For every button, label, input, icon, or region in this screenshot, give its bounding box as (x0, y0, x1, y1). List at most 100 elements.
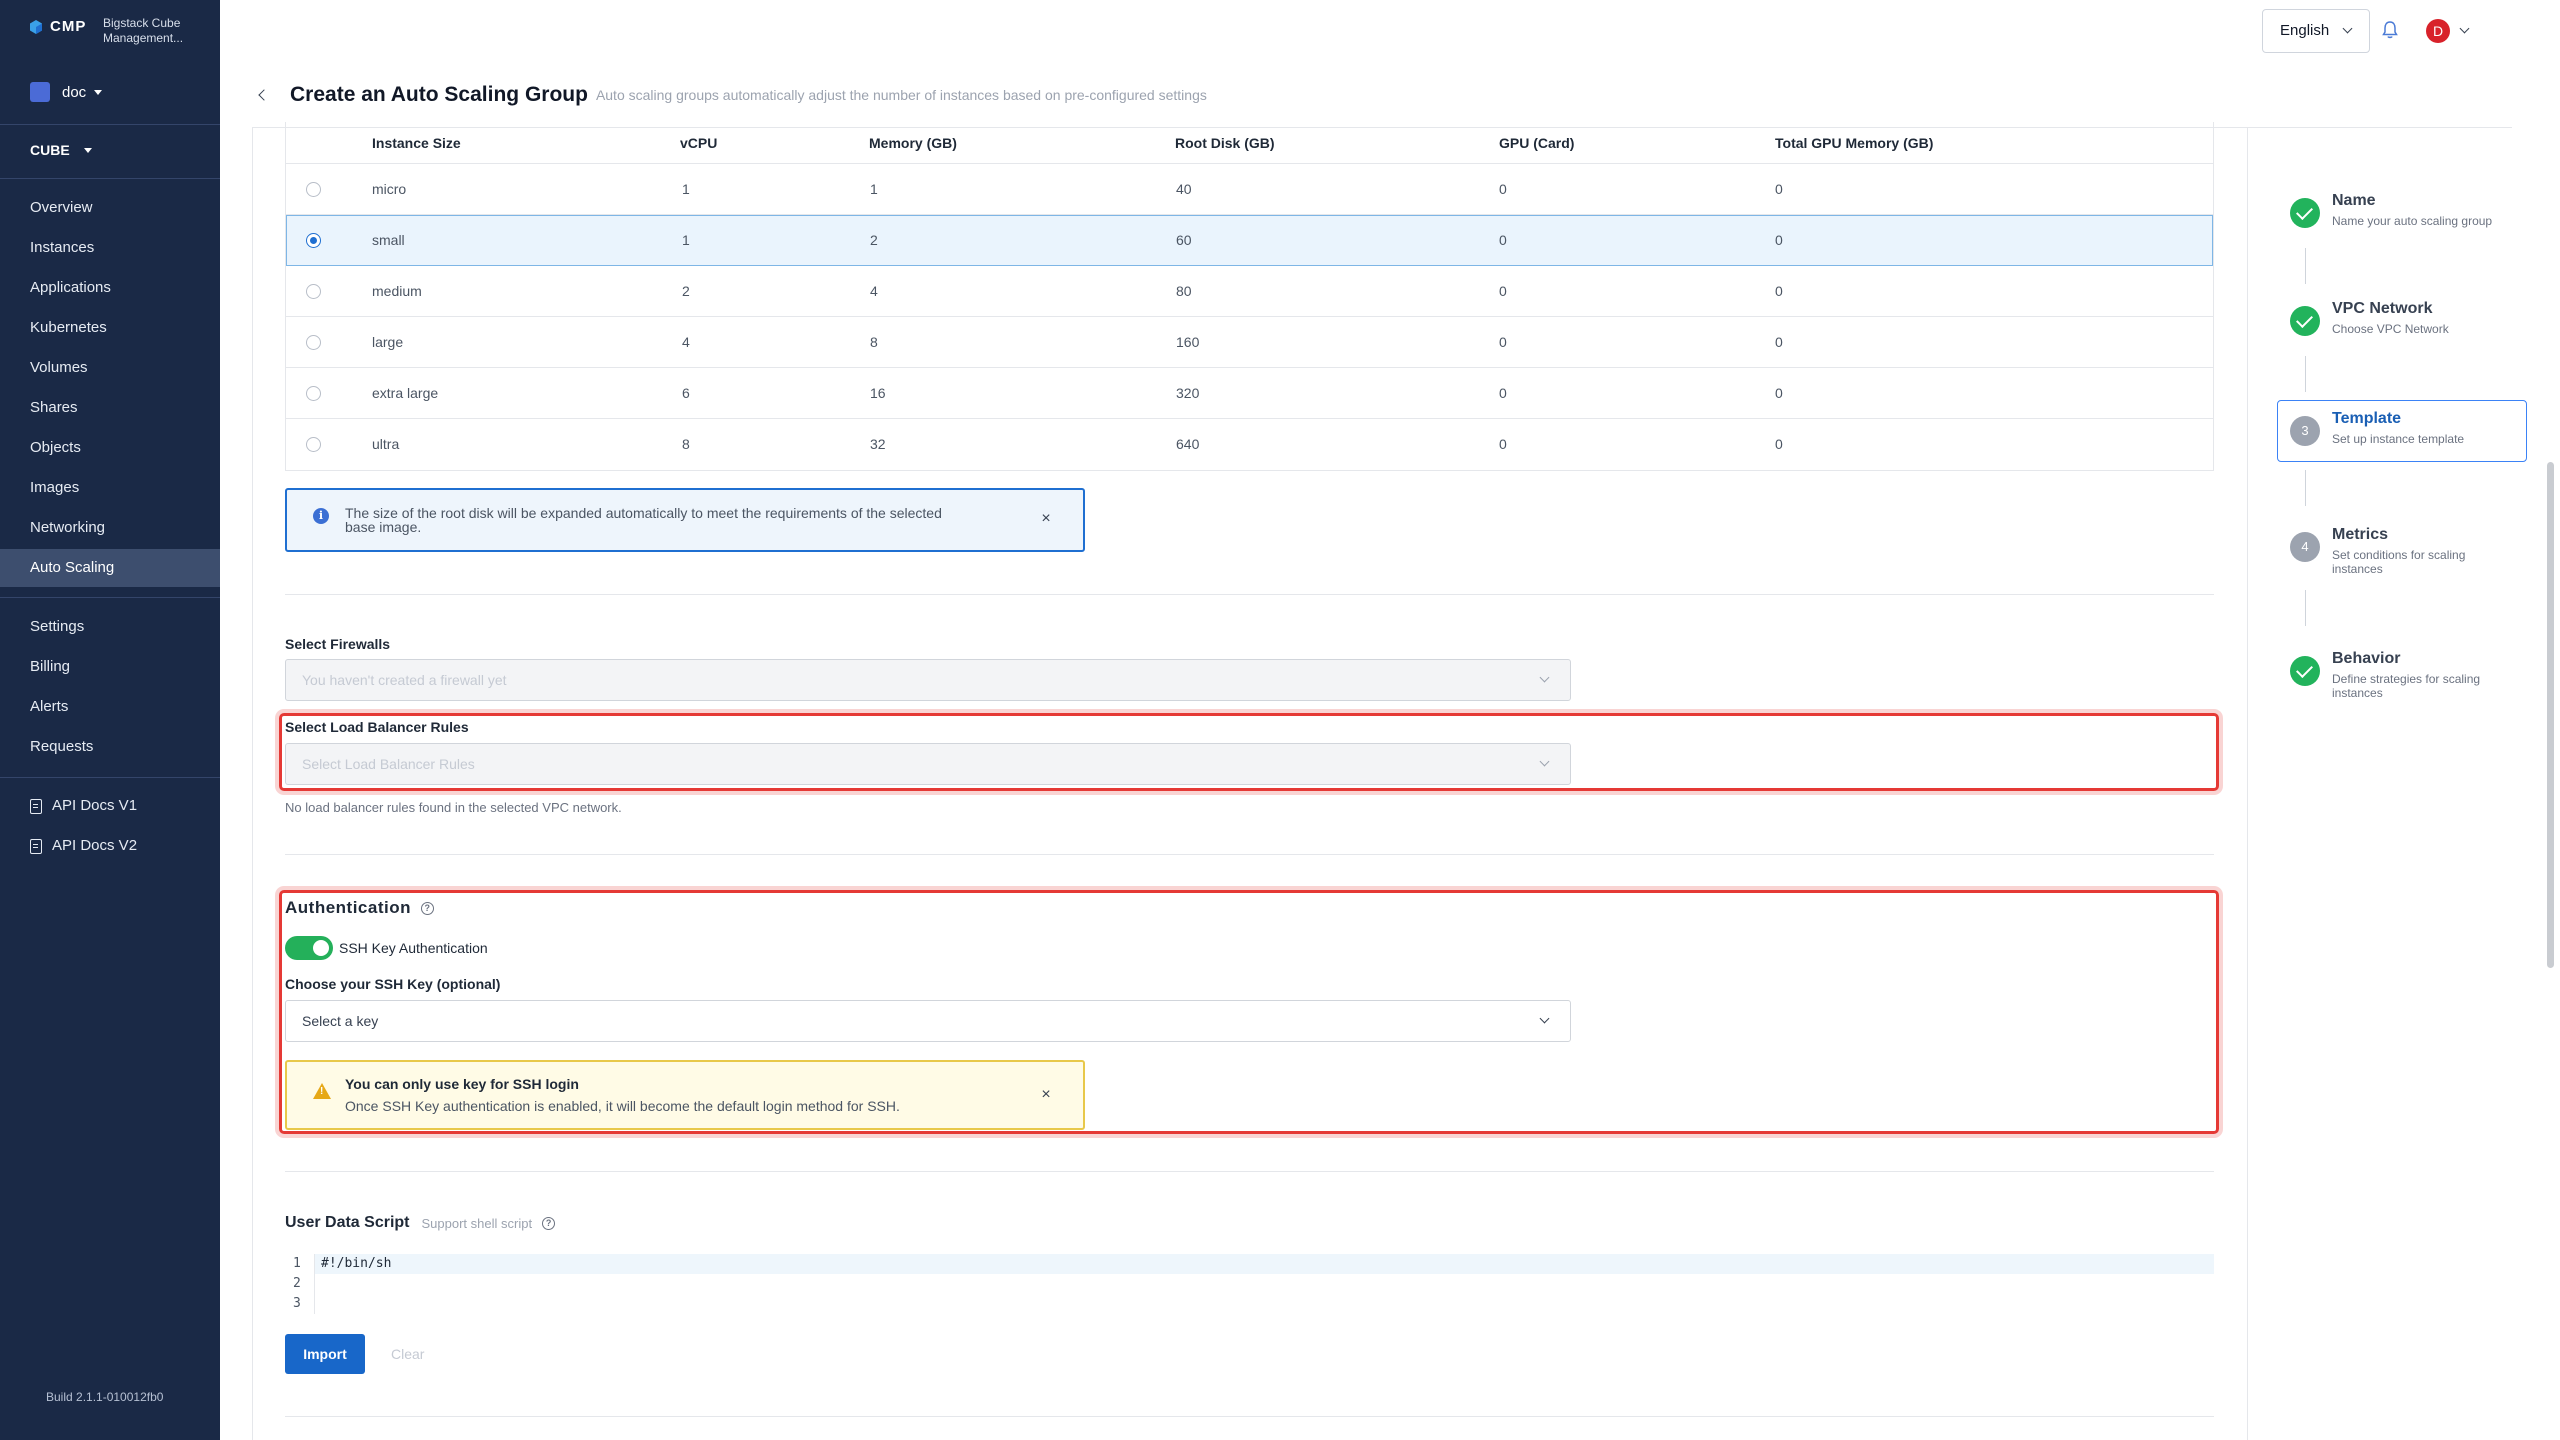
import-button[interactable]: Import (285, 1334, 365, 1374)
clear-button[interactable]: Clear (391, 1346, 424, 1362)
ssh-key-toggle[interactable] (285, 936, 333, 960)
check-icon (2290, 306, 2320, 336)
row-radio[interactable] (306, 284, 321, 299)
sidebar-item-applications[interactable]: Applications (0, 269, 220, 307)
table-cell: 16 (870, 385, 886, 401)
brand-subtitle: Bigstack Cube Management... (103, 16, 184, 45)
row-radio[interactable] (306, 335, 321, 350)
user-data-title: User Data Script Support shell script ? (285, 1214, 556, 1232)
step-connector (2305, 590, 2306, 626)
row-radio[interactable] (306, 182, 321, 197)
sidebar-item-shares[interactable]: Shares (0, 389, 220, 427)
instance-size-table: Instance Size vCPU Memory (GB) Root Disk… (285, 122, 2214, 471)
sidebar-item-objects[interactable]: Objects (0, 429, 220, 467)
user-data-heading: User Data Script (285, 1214, 410, 1231)
table-cell: ultra (372, 436, 400, 452)
authentication-title: Authentication ? (285, 898, 434, 918)
table-row[interactable]: medium 2 4 80 0 0 (286, 266, 2213, 317)
back-arrow-icon[interactable] (258, 89, 270, 101)
table-cell: 640 (1176, 436, 1200, 452)
row-radio[interactable] (306, 437, 321, 452)
project-selector[interactable]: doc (30, 82, 103, 102)
step-title: Template (2332, 410, 2402, 427)
table-cell: 40 (1176, 181, 1192, 197)
region-selector[interactable]: CUBE (30, 142, 92, 158)
cube-logo-icon (30, 19, 42, 34)
sidebar-divider (0, 597, 220, 598)
code-line: 1 #!/bin/sh (285, 1254, 2214, 1274)
table-row[interactable]: large 4 8 160 0 0 (286, 317, 2213, 368)
page-scrollbar[interactable] (2547, 462, 2554, 968)
table-cell: 4 (682, 334, 690, 350)
table-cell: 6 (682, 385, 690, 401)
firewalls-label: Select Firewalls (285, 636, 391, 652)
table-cell: 0 (1499, 385, 1507, 401)
sidebar-item-label: API Docs V1 (52, 797, 138, 814)
sidebar-item-requests[interactable]: Requests (0, 728, 220, 766)
sidebar-item-images[interactable]: Images (0, 469, 220, 507)
ssh-key-toggle-label: SSH Key Authentication (339, 940, 488, 956)
warning-title: You can only use key for SSH login (345, 1076, 579, 1092)
step-number: 3 (2290, 416, 2320, 446)
ssh-key-select[interactable]: Select a key (285, 1000, 1571, 1042)
brand[interactable]: CMP (28, 18, 86, 35)
warning-icon (313, 1083, 331, 1099)
caret-down-icon (83, 147, 92, 153)
table-row[interactable]: ultra 8 32 640 0 0 (286, 419, 2213, 470)
section-divider (285, 1171, 2214, 1172)
root-disk-info-alert: i The size of the root disk will be expa… (285, 488, 1085, 552)
sidebar-item-instances[interactable]: Instances (0, 229, 220, 267)
code-line: 2 (285, 1274, 2214, 1294)
script-editor[interactable]: 1 #!/bin/sh 2 3 (285, 1254, 2214, 1314)
row-radio[interactable] (306, 386, 321, 401)
language-label: English (2280, 22, 2330, 39)
sidebar-item-api-docs-v2[interactable]: API Docs V2 (0, 827, 220, 865)
topbar (220, 0, 2560, 62)
table-cell: 0 (1775, 181, 1783, 197)
sidebar-item-networking[interactable]: Networking (0, 509, 220, 547)
close-icon[interactable]: × (1039, 511, 1053, 527)
user-avatar[interactable]: D (2426, 19, 2450, 43)
help-icon[interactable]: ? (421, 901, 434, 915)
firewalls-select[interactable]: You haven't created a firewall yet (285, 659, 1571, 701)
table-cell: 0 (1775, 334, 1783, 350)
ssh-warning-alert: You can only use key for SSH login Once … (285, 1060, 1085, 1130)
ssh-key-label: Choose your SSH Key (optional) (285, 976, 501, 992)
sidebar-item-api-docs-v1[interactable]: API Docs V1 (0, 787, 220, 825)
check-icon (2290, 198, 2320, 228)
step-title: Metrics (2332, 526, 2389, 543)
row-radio[interactable] (306, 233, 321, 248)
document-icon (30, 798, 42, 814)
bell-icon[interactable] (2381, 20, 2399, 40)
sidebar-item-billing[interactable]: Billing (0, 648, 220, 686)
table-row[interactable]: small 1 2 60 0 0 (286, 215, 2213, 266)
table-cell: 8 (682, 436, 690, 452)
step-subtitle: Set conditions for scaling instances (2332, 548, 2466, 576)
load-balancer-select[interactable]: Select Load Balancer Rules (285, 743, 1571, 785)
page-title: Create an Auto Scaling Group (290, 83, 588, 106)
chevron-down-icon (2342, 23, 2353, 34)
language-selector[interactable]: English (2262, 9, 2370, 53)
table-cell: 320 (1176, 385, 1200, 401)
sidebar-item-kubernetes[interactable]: Kubernetes (0, 309, 220, 347)
step-connector (2305, 470, 2306, 506)
table-row[interactable]: micro 1 1 40 0 0 (286, 164, 2213, 215)
column-header: vCPU (680, 135, 718, 151)
sidebar-item-volumes[interactable]: Volumes (0, 349, 220, 387)
step-title: Name (2332, 192, 2376, 209)
table-cell: extra large (372, 385, 439, 401)
sidebar-item-settings[interactable]: Settings (0, 608, 220, 646)
sidebar-divider (0, 124, 220, 125)
table-cell: large (372, 334, 404, 350)
table-cell: 0 (1499, 232, 1507, 248)
sidebar-item-label: API Docs V2 (52, 837, 138, 854)
table-row[interactable]: extra large 6 16 320 0 0 (286, 368, 2213, 419)
help-icon[interactable]: ? (542, 1216, 556, 1230)
sidebar-item-alerts[interactable]: Alerts (0, 688, 220, 726)
sidebar-item-auto-scaling[interactable]: Auto Scaling (0, 549, 220, 587)
sidebar-divider (0, 178, 220, 179)
close-icon[interactable]: × (1039, 1087, 1053, 1103)
sidebar-item-overview[interactable]: Overview (0, 189, 220, 227)
section-divider (285, 1416, 2214, 1417)
